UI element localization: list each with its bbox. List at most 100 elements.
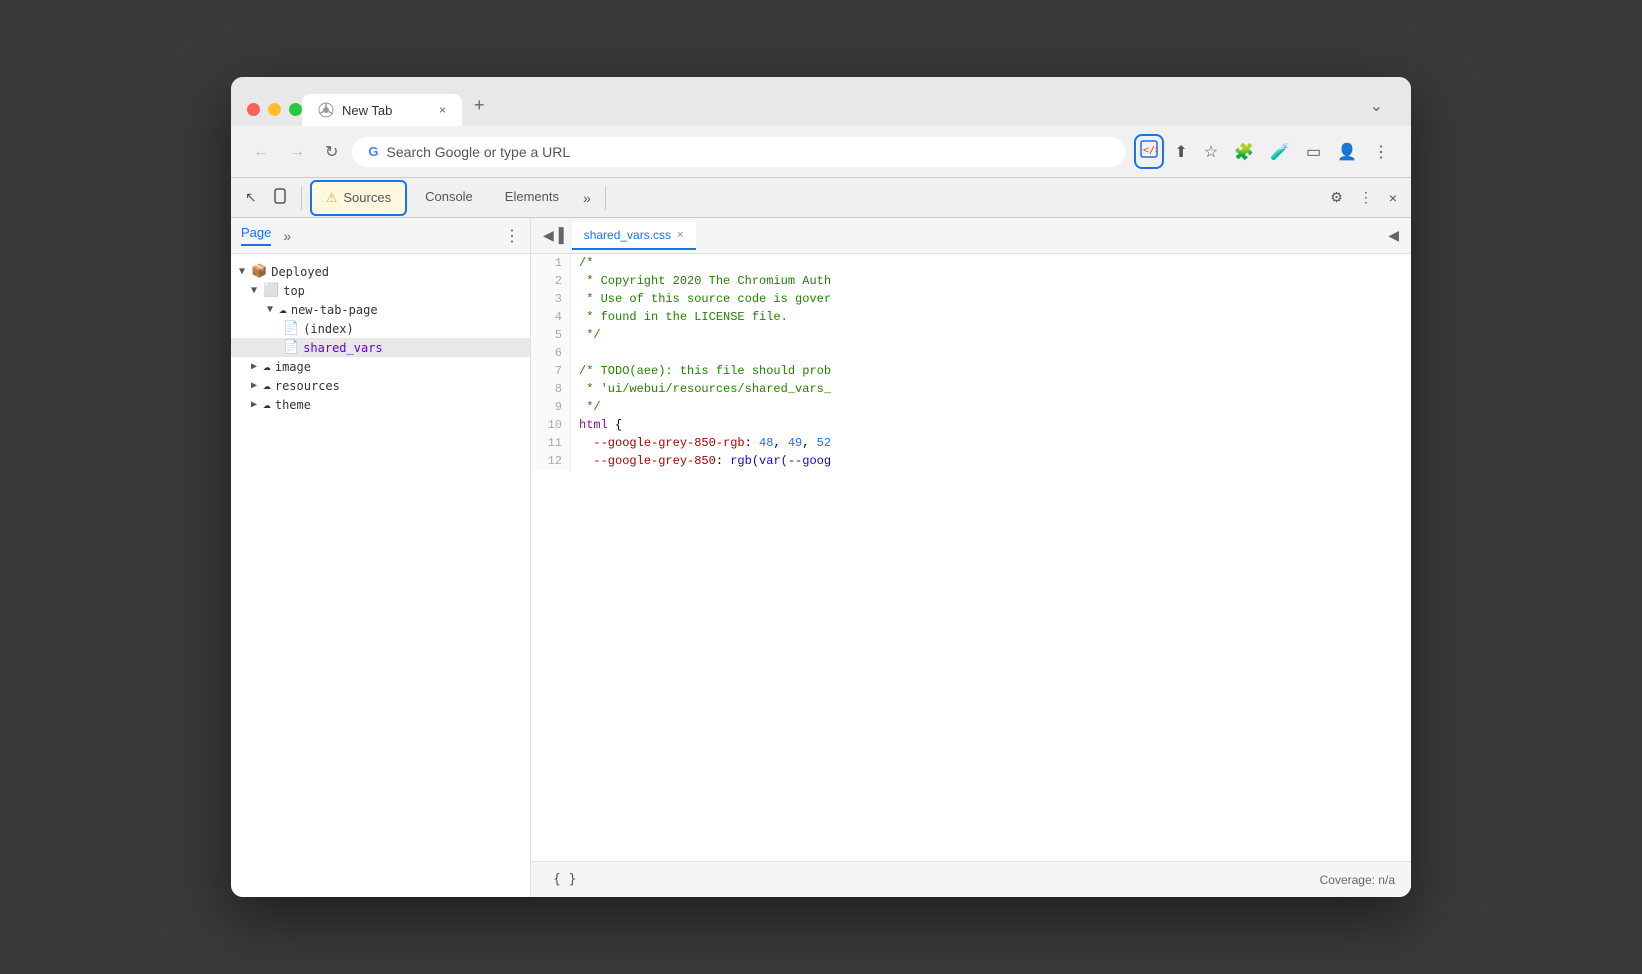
code-line-5: 5 */: [531, 326, 1411, 344]
tree-item-index[interactable]: 📄 (index): [231, 319, 530, 338]
minimize-button[interactable]: [268, 103, 281, 116]
settings-button[interactable]: ⚙: [1324, 183, 1349, 212]
domain-icon: ☁: [279, 302, 287, 317]
code-line-9: 9 */: [531, 398, 1411, 416]
bookmark-button[interactable]: ☆: [1198, 136, 1224, 168]
toolbar-divider-2: [605, 186, 606, 210]
code-viewer[interactable]: 1 /* 2 * Copyright 2020 The Chromium Aut…: [531, 254, 1411, 861]
lab-button[interactable]: 🧪: [1264, 136, 1296, 168]
top-label: top: [283, 284, 305, 298]
title-bar: New Tab × + ⌄: [231, 77, 1411, 126]
devtools-close-button[interactable]: ×: [1383, 184, 1403, 212]
sidebar-collapse-right[interactable]: ◀: [1380, 223, 1407, 248]
code-line-10: 10 html {: [531, 416, 1411, 434]
code-line-3: 3 * Use of this source code is gover: [531, 290, 1411, 308]
devtools-toolbar: ↖ ⚠ Sources Console Elements » ⚙: [231, 178, 1411, 218]
sidebar-toolbar: Page » ⋮: [231, 218, 530, 254]
code-line-7: 7 /* TODO(aee): this file should prob: [531, 362, 1411, 380]
mobile-icon: [273, 188, 287, 204]
new-tab-button[interactable]: +: [462, 87, 497, 124]
sidebar-collapse-left[interactable]: ◀▐: [535, 223, 572, 248]
code-line-6: 6: [531, 344, 1411, 362]
share-button[interactable]: ⬆: [1168, 136, 1193, 168]
code-status-bar: { } Coverage: n/a: [531, 861, 1411, 897]
tree-arrow: ▼: [267, 304, 273, 315]
tree-item-shared-vars[interactable]: 📄 shared_vars: [231, 338, 530, 357]
profile-button[interactable]: 👤: [1331, 136, 1363, 168]
index-label: (index): [303, 322, 354, 336]
svg-text:</>: </>: [1143, 145, 1158, 156]
dropdown-button[interactable]: ⌄: [1358, 88, 1395, 124]
tab-title: New Tab: [342, 103, 392, 118]
css-file-icon: 📄: [283, 340, 299, 355]
address-bar[interactable]: G Search Google or type a URL: [352, 137, 1126, 167]
coverage-text: Coverage: n/a: [1320, 873, 1395, 887]
sidebar-tab-page[interactable]: Page: [241, 225, 271, 246]
chrome-icon: [318, 102, 334, 118]
tree-item-deployed[interactable]: ▼ 📦 Deployed: [231, 262, 530, 281]
tree-item-theme[interactable]: ▶ ☁ theme: [231, 395, 530, 414]
code-line-4: 4 * found in the LICENSE file.: [531, 308, 1411, 326]
maximize-button[interactable]: [289, 103, 302, 116]
more-tabs-button[interactable]: »: [577, 184, 597, 212]
menu-button[interactable]: ⋮: [1367, 136, 1395, 168]
sidebar-menu-button[interactable]: ⋮: [504, 226, 520, 246]
tree-arrow: ▶: [251, 399, 257, 410]
tab-sources[interactable]: ⚠ Sources: [310, 180, 407, 216]
shared-vars-label: shared_vars: [303, 341, 382, 355]
resources-label: resources: [275, 379, 340, 393]
tree-item-top[interactable]: ▼ ⬜ top: [231, 281, 530, 300]
browser-tab[interactable]: New Tab ×: [302, 94, 462, 126]
code-line-2: 2 * Copyright 2020 The Chromium Auth: [531, 272, 1411, 290]
mobile-tool-button[interactable]: [267, 182, 293, 213]
tab-close-btn[interactable]: ×: [439, 103, 446, 117]
code-tab-close[interactable]: ×: [677, 229, 683, 241]
tree-item-new-tab-page[interactable]: ▼ ☁ new-tab-page: [231, 300, 530, 319]
sources-code: ◀▐ shared_vars.css × ◀ 1 /* 2 * C: [531, 218, 1411, 897]
devtools-panel: ↖ ⚠ Sources Console Elements » ⚙: [231, 177, 1411, 897]
cursor-tool-button[interactable]: ↖: [239, 183, 263, 212]
deployed-icon: 📦: [251, 264, 267, 279]
reload-button[interactable]: ↻: [319, 138, 344, 166]
google-icon: G: [368, 144, 378, 159]
tab-elements[interactable]: Elements: [491, 181, 573, 214]
code-tab-shared-vars[interactable]: shared_vars.css ×: [572, 222, 696, 250]
address-bar-row: ← → ↻ G Search Google or type a URL </> …: [231, 126, 1411, 177]
code-icon: </>: [1140, 140, 1158, 158]
code-line-11: 11 --google-grey-850-rgb: 48, 49, 52: [531, 434, 1411, 452]
toolbar-divider: [301, 186, 302, 210]
tree-item-resources[interactable]: ▶ ☁ resources: [231, 376, 530, 395]
code-line-1: 1 /*: [531, 254, 1411, 272]
extensions-button[interactable]: 🧩: [1228, 136, 1260, 168]
new-tab-page-label: new-tab-page: [291, 303, 378, 317]
tree-item-image[interactable]: ▶ ☁ image: [231, 357, 530, 376]
tree-arrow: ▼: [239, 266, 245, 277]
sidebar-more-button[interactable]: »: [277, 226, 297, 246]
devtools-tab-end: ⚙ ⋮ ×: [1324, 183, 1403, 212]
code-line-12: 12 --google-grey-850: rgb(var(--goog: [531, 452, 1411, 470]
file-icon: 📄: [283, 321, 299, 336]
close-button[interactable]: [247, 103, 260, 116]
elements-tab-label: Elements: [505, 189, 559, 204]
tab-console[interactable]: Console: [411, 181, 487, 214]
top-frame-icon: ⬜: [263, 283, 279, 298]
devtools-menu-button[interactable]: ⋮: [1353, 183, 1379, 212]
browser-window: New Tab × + ⌄ ← → ↻ G Search Google or t…: [231, 77, 1411, 897]
console-tab-label: Console: [425, 189, 473, 204]
code-tab-bar: ◀▐ shared_vars.css × ◀: [531, 218, 1411, 254]
domain-icon-resources: ☁: [263, 378, 271, 393]
devtools-toggle-button[interactable]: </>: [1134, 134, 1164, 169]
toolbar-icons: </> ⬆ ☆ 🧩 🧪 ▭ 👤 ⋮: [1134, 134, 1395, 169]
forward-button[interactable]: →: [283, 139, 311, 165]
address-text: Search Google or type a URL: [387, 144, 571, 160]
tree-arrow: ▶: [251, 361, 257, 372]
format-button[interactable]: { }: [547, 866, 582, 893]
sources-sidebar: Page » ⋮ ▼ 📦 Deployed ▼ ⬜ top: [231, 218, 531, 897]
deployed-label: Deployed: [271, 265, 329, 279]
sidebar-button[interactable]: ▭: [1300, 136, 1327, 168]
code-line-8: 8 * 'ui/webui/resources/shared_vars_: [531, 380, 1411, 398]
sources-tree: ▼ 📦 Deployed ▼ ⬜ top ▼ ☁ new-tab-page: [231, 254, 530, 897]
warning-icon: ⚠: [326, 190, 338, 206]
code-tab-filename: shared_vars.css: [584, 228, 671, 242]
back-button[interactable]: ←: [247, 139, 275, 165]
